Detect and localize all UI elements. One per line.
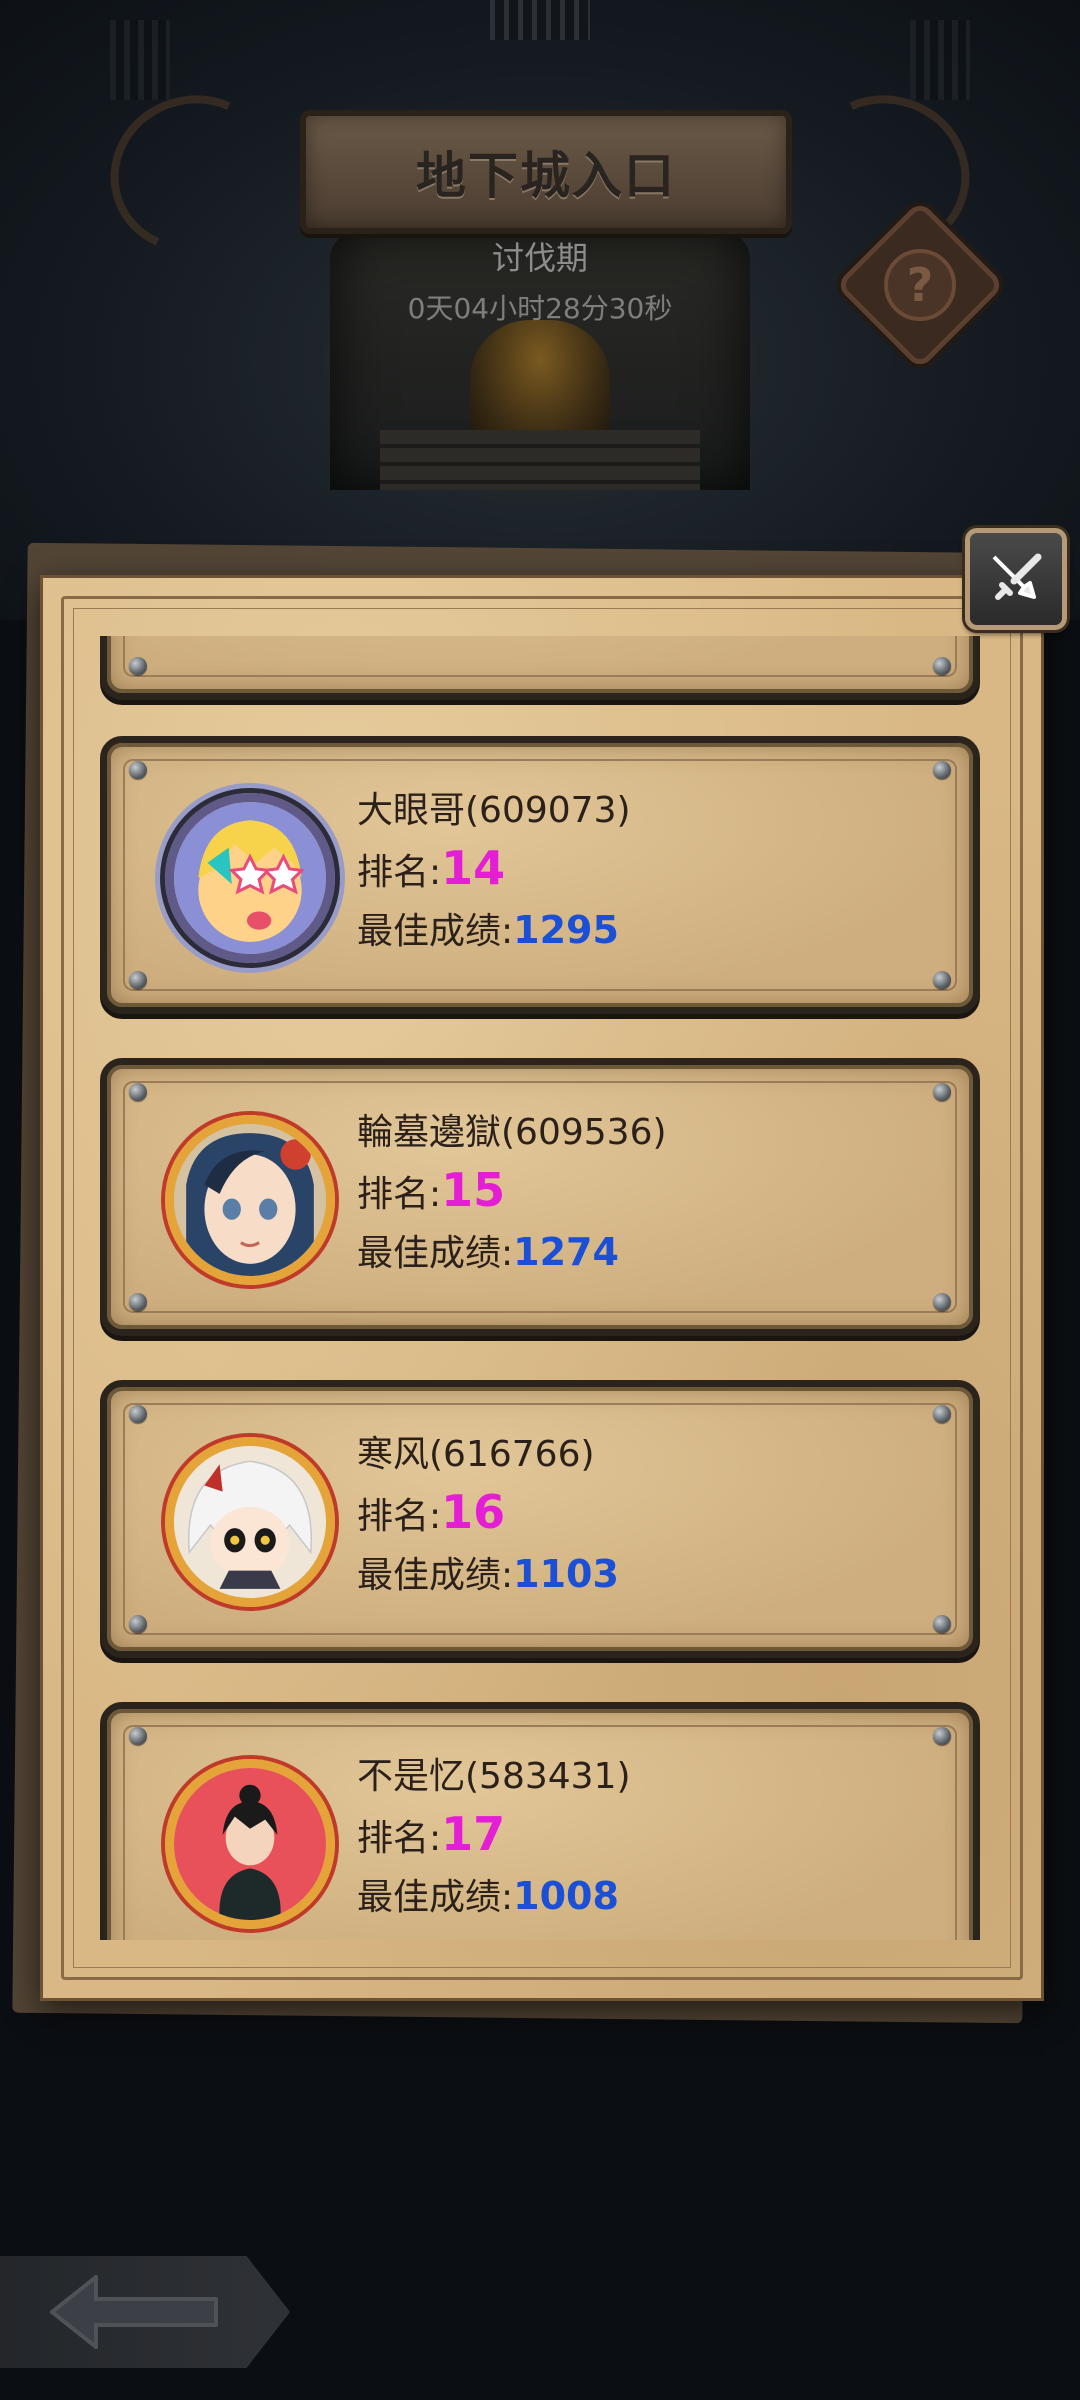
avatar-image [174, 802, 326, 954]
best-score-label: 最佳成绩: [357, 1555, 514, 1596]
close-button[interactable] [965, 528, 1067, 630]
best-score-label: 最佳成绩: [357, 1877, 514, 1918]
best-score-label: 最佳成绩: [357, 1233, 514, 1274]
list-item[interactable]: 輪墓邊獄(609536) 排名: 15 最佳成绩: 1274 [100, 1058, 980, 1336]
best-score-label: 最佳成绩: [357, 911, 514, 952]
white-hair-boy-avatar[interactable] [165, 1437, 335, 1607]
rank-value: 17 [441, 1807, 506, 1861]
list-item[interactable]: 寒风(616766) 排名: 16 最佳成绩: 1103 [100, 1380, 980, 1658]
rivet [129, 657, 147, 675]
window-bars-left [110, 20, 170, 100]
leaderboard-list[interactable]: 大眼哥(609073) 排名: 14 最佳成绩: 1295 輪墓邊獄(60953… [100, 636, 980, 1940]
best-score-value: 1274 [513, 1230, 619, 1274]
best-score-value: 1103 [513, 1552, 619, 1596]
rank-label: 排名: [357, 1818, 442, 1859]
rank-value: 15 [441, 1163, 506, 1217]
ceiling-grate [490, 0, 590, 40]
dungeon-steps [380, 430, 700, 490]
avatar-image [174, 1768, 326, 1920]
list-item-partial [100, 636, 980, 700]
question-mark-icon: ? [884, 249, 956, 321]
list-item[interactable]: 不是忆(583431) 排名: 17 最佳成绩: 1008 [100, 1702, 980, 1940]
player-name: 大眼哥(609073) [357, 790, 631, 831]
rivet [933, 657, 951, 675]
girl-star-glasses-avatar[interactable] [165, 793, 335, 963]
window-bars-right [910, 20, 970, 100]
best-score-value: 1008 [513, 1874, 619, 1918]
rank-value: 14 [441, 841, 506, 895]
avatar-image [174, 1124, 326, 1276]
player-name: 寒风(616766) [357, 1434, 595, 1475]
best-score-value: 1295 [513, 908, 619, 952]
player-name: 不是忆(583431) [357, 1756, 631, 1797]
rank-label: 排名: [357, 1174, 442, 1215]
list-item[interactable]: 大眼哥(609073) 排名: 14 最佳成绩: 1295 [100, 736, 980, 1014]
rank-label: 排名: [357, 852, 442, 893]
title-banner: 地下城入口 [300, 110, 792, 234]
back-button[interactable] [0, 2256, 290, 2368]
dark-hair-man-avatar[interactable] [165, 1759, 335, 1929]
back-arrow-icon [50, 2275, 218, 2349]
rank-label: 排名: [357, 1496, 442, 1537]
rank-value: 16 [441, 1485, 506, 1539]
girl-avatar[interactable] [165, 1115, 335, 1285]
avatar-image [174, 1446, 326, 1598]
crossed-swords-icon [992, 553, 1042, 600]
player-name: 輪墓邊獄(609536) [357, 1112, 667, 1153]
page-title: 地下城入口 [416, 147, 676, 205]
